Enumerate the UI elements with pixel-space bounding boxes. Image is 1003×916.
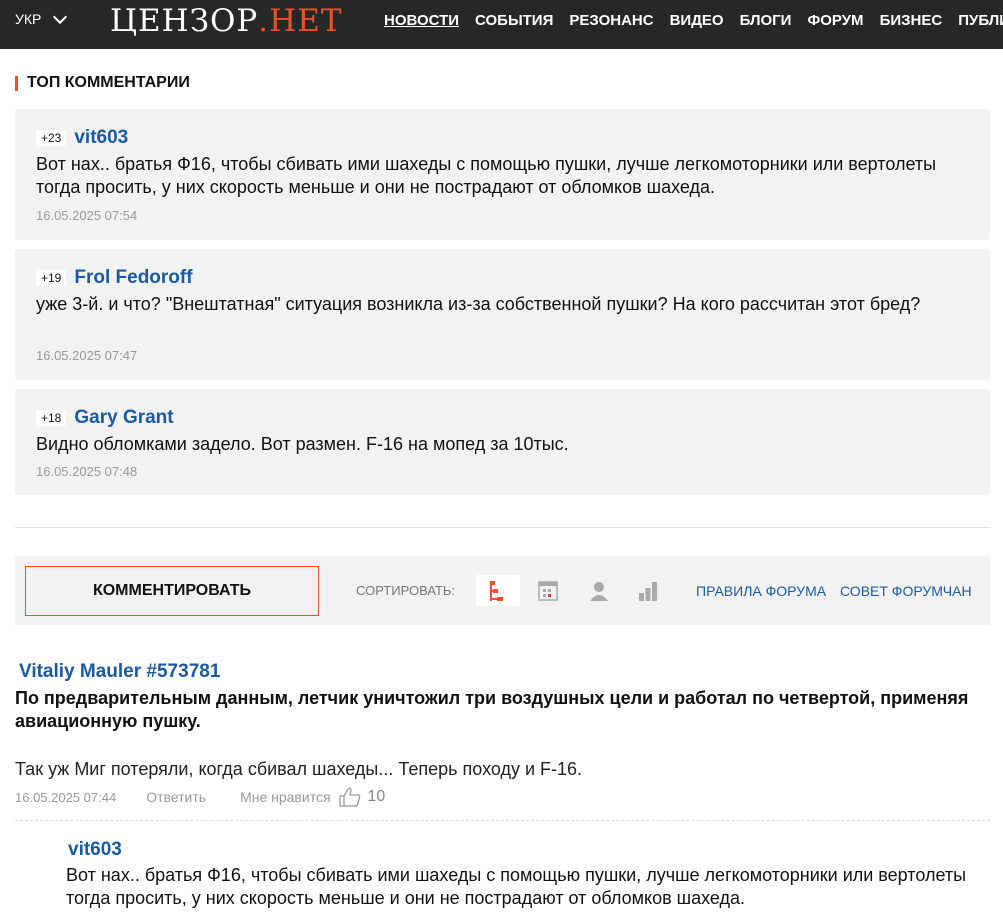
comment-text: Вот нах.. братья Ф16, чтобы сбивать ими … (36, 154, 937, 197)
comment-text: уже 3-й. и что? "Внештатная" ситуация во… (36, 294, 921, 314)
comment-score: +18 (36, 410, 67, 426)
section-divider (15, 527, 990, 528)
comment-score: +19 (36, 270, 67, 286)
language-switcher[interactable]: УКР (15, 9, 68, 27)
nav-events[interactable]: СОБЫТИЯ (475, 12, 553, 29)
comment-text: Так уж Миг потеряли, когда сбивал шахеды… (15, 759, 583, 779)
thumbs-up-icon[interactable] (338, 787, 361, 807)
comment-author[interactable]: Frol Fedoroff (74, 267, 192, 289)
forum-council-link[interactable]: СОВЕТ ФОРУМЧАН (840, 583, 972, 599)
chevron-down-icon (53, 9, 68, 24)
reply-text: Вот нах.. братья Ф16, чтобы сбивать ими … (66, 865, 967, 908)
comment-head: +23 vit603 (36, 127, 128, 149)
nav-resonance[interactable]: РЕЗОНАНС (569, 12, 653, 29)
comment-author[interactable]: Vitaliy Mauler #573781 (19, 661, 220, 683)
nav-forum[interactable]: ФОРУМ (807, 12, 863, 29)
site-logo[interactable]: ЦЕНЗОР.НЕТ (110, 3, 343, 39)
top-comments-heading: ТОП КОММЕНТАРИИ (15, 74, 190, 92)
nav-publications[interactable]: ПУБЛИ (958, 12, 1003, 29)
logo-dot: . (258, 3, 270, 39)
comment-date: 16.05.2025 07:47 (36, 348, 138, 363)
comment-separator (15, 820, 990, 821)
reply-author[interactable]: vit603 (68, 839, 122, 861)
nav-video[interactable]: ВИДЕО (670, 12, 724, 29)
reply-link[interactable]: Ответить (146, 789, 206, 805)
like-label[interactable]: Мне нравится (240, 789, 330, 805)
top-comment-card: +19 Frol Fedoroff уже 3-й. и что? "Внешт… (15, 249, 990, 380)
comment-head: +18 Gary Grant (36, 407, 174, 429)
logo-accent: НЕТ (269, 3, 343, 39)
logo-main: ЦЕНЗОР (110, 3, 259, 39)
nav-business[interactable]: БИЗНЕС (880, 12, 943, 29)
forum-rules-link[interactable]: ПРАВИЛА ФОРУМА (696, 583, 826, 599)
comment-meta: 16.05.2025 07:44 Ответить Мне нравится 1… (15, 787, 385, 807)
comment-score: +23 (36, 130, 67, 146)
comment-date: 16.05.2025 07:48 (36, 464, 138, 479)
comments-toolbar: КОММЕНТИРОВАТЬ СОРТИРОВАТЬ: ПРАВИЛА ФОРУ… (15, 556, 990, 625)
sort-user-icon[interactable] (577, 575, 621, 606)
comment-button[interactable]: КОММЕНТИРОВАТЬ (25, 566, 319, 616)
comment-text: Видно обломками задело. Вот размен. F-16… (36, 434, 569, 454)
top-comment-card: +23 vit603 Вот нах.. братья Ф16, чтобы с… (15, 109, 990, 240)
comment-date: 16.05.2025 07:44 (15, 789, 117, 805)
comment-quote: По предварительным данным, летчик уничто… (15, 688, 969, 731)
like-count: 10 (367, 788, 386, 805)
heading-accent-bar (15, 75, 18, 91)
top-navigation-bar: УКР ЦЕНЗОР.НЕТ НОВОСТИ СОБЫТИЯ РЕЗОНАНС … (0, 0, 1003, 49)
nav-news[interactable]: НОВОСТИ (384, 12, 459, 29)
sort-rating-icon[interactable] (626, 575, 670, 606)
sort-date-icon[interactable] (526, 575, 570, 606)
sort-tree-icon[interactable] (476, 575, 520, 606)
comment-date: 16.05.2025 07:54 (36, 208, 138, 223)
sort-label: СОРТИРОВАТЬ: (356, 583, 456, 598)
top-comments-title: ТОП КОММЕНТАРИИ (27, 74, 190, 91)
main-nav: НОВОСТИ СОБЫТИЯ РЕЗОНАНС ВИДЕО БЛОГИ ФОР… (384, 12, 1003, 29)
comment-author[interactable]: vit603 (74, 127, 128, 149)
top-comment-card: +18 Gary Grant Видно обломками задело. В… (15, 389, 990, 495)
language-label: УКР (15, 11, 42, 27)
nav-blogs[interactable]: БЛОГИ (740, 12, 792, 29)
comment-head: +19 Frol Fedoroff (36, 267, 193, 289)
comment-author[interactable]: Gary Grant (74, 407, 173, 429)
